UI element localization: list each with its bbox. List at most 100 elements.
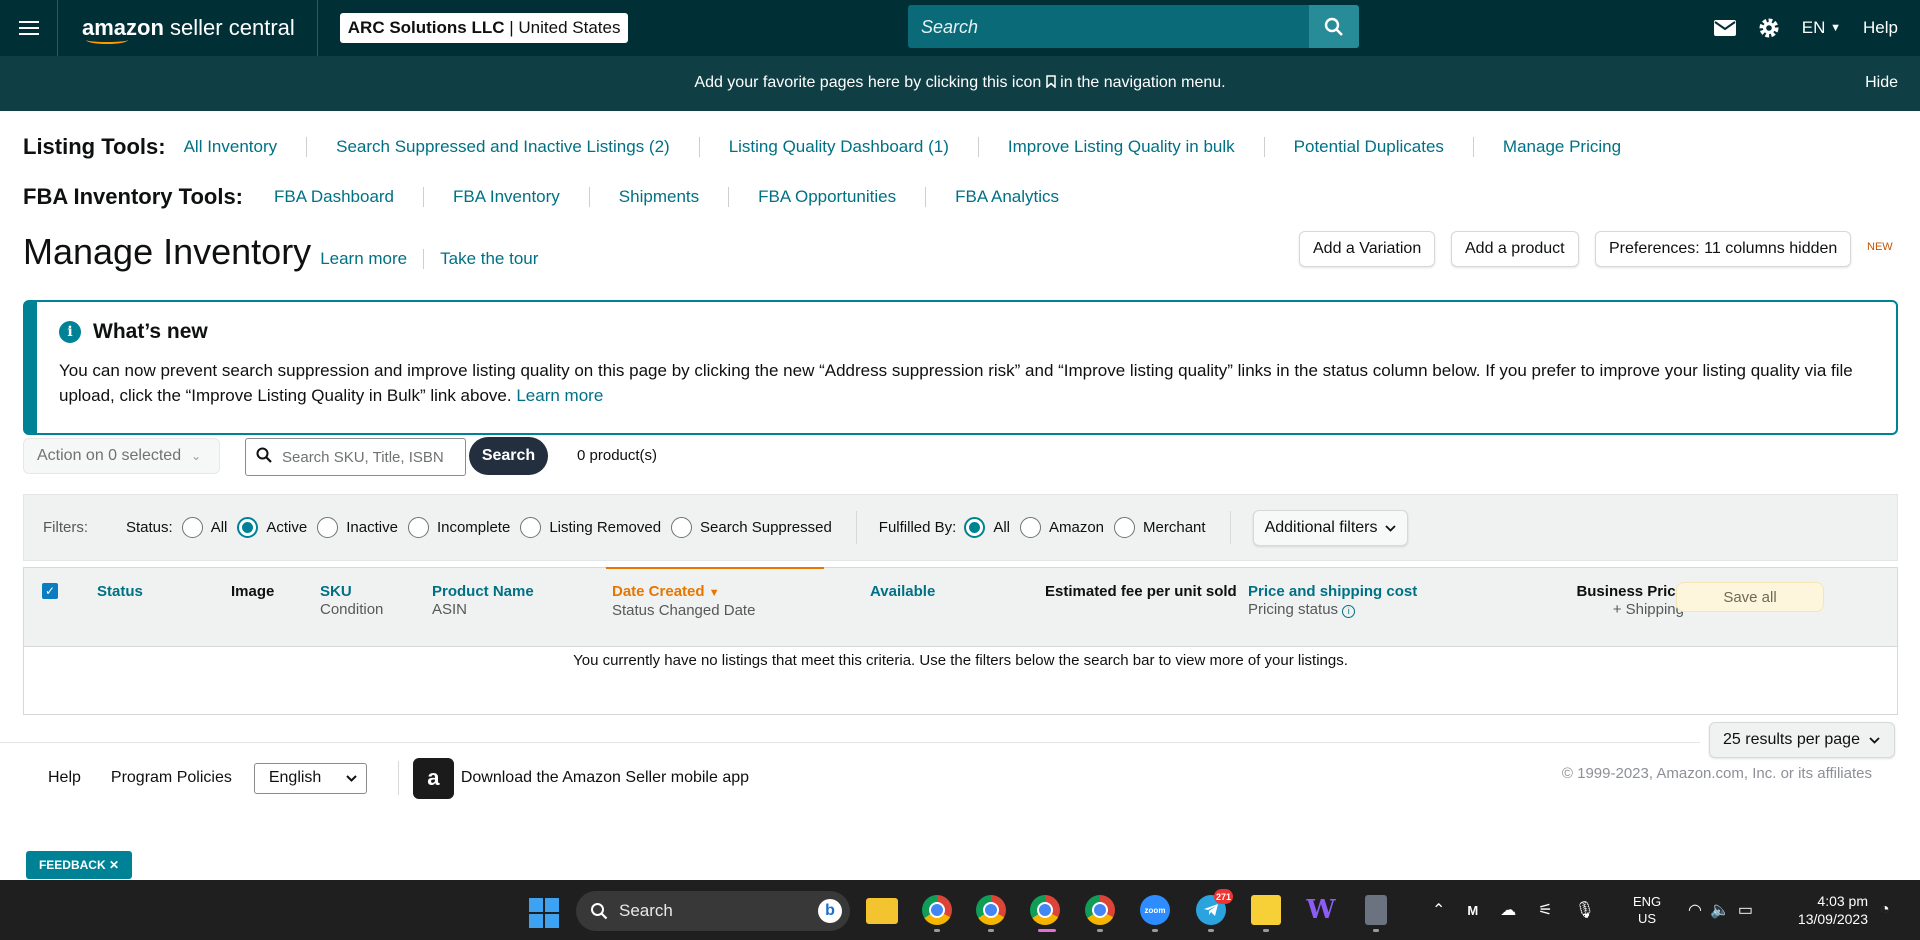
language-selector[interactable]: EN ▼ <box>1802 18 1841 38</box>
plus-shipping-header: + Shipping <box>1612 601 1684 618</box>
link-listing-quality[interactable]: Listing Quality Dashboard (1) <box>698 137 978 157</box>
link-improve-bulk[interactable]: Improve Listing Quality in bulk <box>977 137 1264 157</box>
status-radio-incomplete[interactable]: Incomplete <box>407 517 510 538</box>
link-all-inventory[interactable]: All Inventory <box>184 137 307 157</box>
global-search-input[interactable]: Search <box>908 5 1309 48</box>
menu-icon[interactable] <box>0 0 58 56</box>
telegram-badge: 271 <box>1213 889 1233 904</box>
search-icon[interactable] <box>1309 5 1359 48</box>
status-radio-active[interactable]: Active <box>237 517 307 538</box>
gear-icon[interactable] <box>1758 17 1780 39</box>
chevron-down-icon <box>1384 519 1396 537</box>
sticky-notes-icon[interactable] <box>1251 895 1281 925</box>
microphone-icon[interactable]: 🎙 <box>1575 900 1595 920</box>
bulk-action-select[interactable]: Action on 0 selected ⌄ <box>23 438 220 474</box>
clock[interactable]: 4:03 pm 13/09/2023 <box>1776 892 1868 928</box>
whats-new-alert: i What’s new You can now prevent search … <box>23 300 1898 435</box>
seller-app-icon[interactable]: a <box>412 757 454 799</box>
chrome-icon[interactable] <box>922 895 952 925</box>
col-date-created[interactable]: Date Created ▼ Status Changed Date <box>612 583 755 620</box>
input-language-code: ENG <box>1633 894 1662 909</box>
info-icon[interactable]: i <box>1342 605 1356 618</box>
col-price[interactable]: Price and shipping cost Pricing status i <box>1248 583 1417 619</box>
add-variation-button[interactable]: Add a Variation <box>1299 231 1436 267</box>
status-radio-all[interactable]: All <box>181 517 227 538</box>
chevron-up-icon[interactable]: ⌃ <box>1432 900 1445 920</box>
save-all-button[interactable]: Save all <box>1676 582 1824 612</box>
running-indicator <box>1373 929 1379 932</box>
additional-filters-button[interactable]: Additional filters <box>1252 509 1408 546</box>
copyright: © 1999-2023, Amazon.com, Inc. or its aff… <box>1561 765 1872 782</box>
close-icon[interactable]: ✕ <box>109 858 119 872</box>
fulfilled-radio-merchant[interactable]: Merchant <box>1114 517 1206 538</box>
link-fba-analytics[interactable]: FBA Analytics <box>925 187 1088 207</box>
status-radio-removed[interactable]: Listing Removed <box>520 517 661 538</box>
mail-icon[interactable] <box>1713 20 1736 36</box>
settings-tray-icon[interactable]: ⚟ <box>1538 900 1552 920</box>
footer-help-link[interactable]: Help <box>48 769 81 787</box>
product-count: 0 product(s) <box>577 447 658 464</box>
account-switcher[interactable]: ARC Solutions LLC | United States <box>339 13 629 43</box>
status-suppressed-label: Search Suppressed <box>700 519 832 536</box>
link-fba-dashboard[interactable]: FBA Dashboard <box>274 187 423 207</box>
col-est-fee: Estimated fee per unit sold <box>1045 583 1237 601</box>
status-removed-label: Listing Removed <box>549 519 662 536</box>
language-label: EN <box>1801 18 1826 37</box>
col-product-name[interactable]: Product Name ASIN <box>432 583 534 619</box>
search-button[interactable]: Search <box>469 437 548 475</box>
network-volume-battery[interactable]: ◠ 🔈 ▭ <box>1688 880 1753 940</box>
link-fba-opportunities[interactable]: FBA Opportunities <box>728 187 925 207</box>
notification-icon[interactable]: ◔ <box>1880 880 1890 940</box>
zoom-icon[interactable]: zoom <box>1140 895 1170 925</box>
add-product-button[interactable]: Add a product <box>1451 231 1579 267</box>
business-price-header: Business Price <box>1576 583 1684 600</box>
chrome-profile-d-icon[interactable] <box>1085 895 1115 925</box>
download-app-link[interactable]: Download the Amazon Seller mobile app <box>461 769 749 787</box>
whats-new-body: You can now prevent search suppression a… <box>59 361 1853 405</box>
footer-language-select[interactable]: English <box>253 762 367 794</box>
results-per-page-select[interactable]: 25 results per page <box>1709 722 1895 758</box>
account-region: United States <box>518 18 621 37</box>
link-fba-inventory[interactable]: FBA Inventory <box>423 187 589 207</box>
fulfilled-radio-all[interactable]: All <box>964 517 1010 538</box>
col-available[interactable]: Available <box>870 583 935 601</box>
status-header: Status <box>97 583 143 600</box>
taskbar-search[interactable]: Search b <box>576 891 850 931</box>
app-tray-icon[interactable]: M <box>1467 903 1478 918</box>
hide-banner-button[interactable]: Hide <box>1865 74 1898 92</box>
additional-filters-label: Additional filters <box>1264 518 1378 536</box>
chrome-active-icon[interactable] <box>1030 895 1060 925</box>
file-explorer-icon[interactable] <box>866 898 898 924</box>
preferences-button[interactable]: Preferences: 11 columns hidden <box>1595 231 1852 267</box>
col-status[interactable]: Status <box>97 583 143 601</box>
telegram-icon[interactable]: 271 <box>1196 889 1233 925</box>
footer-policies-link[interactable]: Program Policies <box>111 769 232 787</box>
cloud-icon[interactable]: ☁ <box>1500 900 1516 920</box>
link-shipments[interactable]: Shipments <box>588 187 728 207</box>
help-link[interactable]: Help <box>1863 18 1898 38</box>
whats-new-learn-more[interactable]: Learn more <box>516 386 603 405</box>
link-manage-pricing[interactable]: Manage Pricing <box>1472 137 1650 157</box>
seller-central-logo[interactable]: amazon seller central <box>82 0 318 56</box>
col-sku[interactable]: SKU Condition <box>320 583 383 619</box>
status-radio-inactive[interactable]: Inactive <box>317 517 398 538</box>
listing-tools-title: Listing Tools: <box>23 134 166 159</box>
w-app-icon[interactable]: W <box>1306 895 1336 925</box>
bing-icon[interactable]: b <box>818 899 842 923</box>
link-potential-duplicates[interactable]: Potential Duplicates <box>1263 137 1473 157</box>
calculator-icon[interactable] <box>1365 895 1387 925</box>
learn-more-link[interactable]: Learn more <box>320 249 423 269</box>
sku-search-input[interactable]: Search SKU, Title, ISBN <box>245 438 466 476</box>
status-radio-suppressed[interactable]: Search Suppressed <box>671 517 832 538</box>
est-fee-header: Estimated fee per unit sold <box>1045 583 1237 600</box>
global-search[interactable]: Search <box>908 5 1359 48</box>
wifi-icon: ◠ <box>1688 902 1702 919</box>
chrome-profile-icon[interactable] <box>976 895 1006 925</box>
select-all-checkbox[interactable]: ✓ <box>42 583 58 599</box>
windows-start-icon[interactable] <box>529 898 559 928</box>
input-language[interactable]: ENG US <box>1633 880 1661 940</box>
link-search-suppressed[interactable]: Search Suppressed and Inactive Listings … <box>306 137 699 157</box>
feedback-button[interactable]: FEEDBACK ✕ <box>26 851 132 879</box>
fulfilled-radio-amazon[interactable]: Amazon <box>1020 517 1104 538</box>
take-tour-link[interactable]: Take the tour <box>423 249 554 269</box>
